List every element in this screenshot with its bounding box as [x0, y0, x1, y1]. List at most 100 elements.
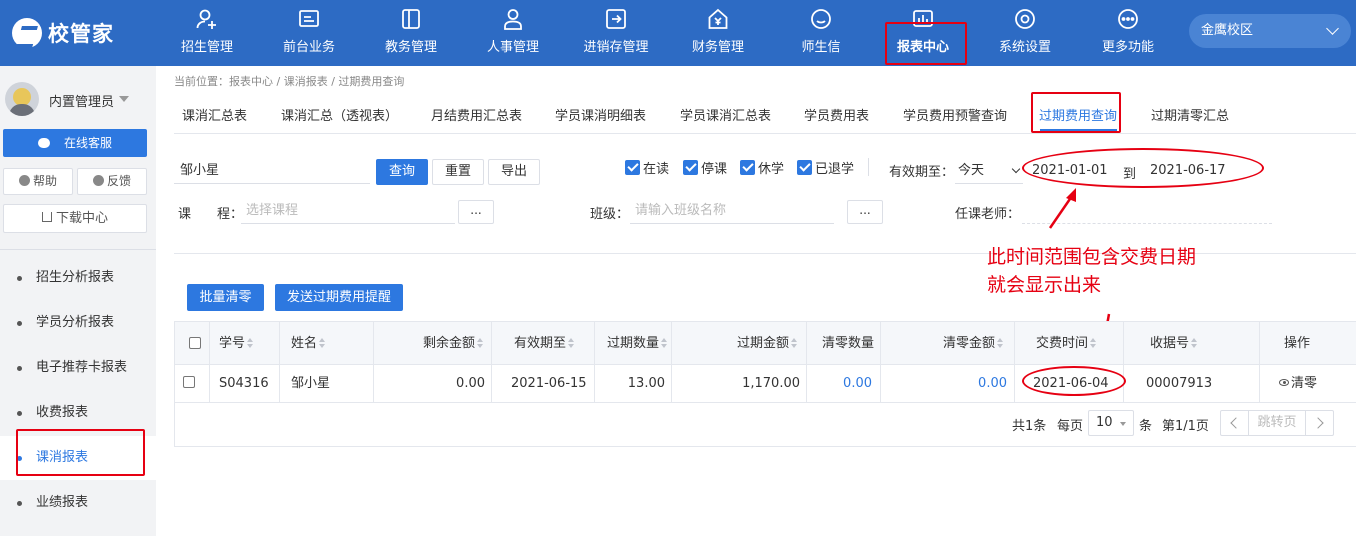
course-picker-button[interactable]: ...	[458, 200, 494, 224]
sort-icon[interactable]	[661, 337, 668, 348]
checkbox-withdrawn[interactable]: 已退学	[797, 159, 854, 177]
checkbox-in-school[interactable]: 在读	[625, 159, 669, 177]
page-size-select[interactable]: 10	[1088, 410, 1134, 436]
sidebar-item-consumption-report[interactable]: 课消报表	[0, 436, 156, 480]
sidebar-item-student-report[interactable]: 学员分析报表	[0, 301, 156, 345]
nav-settings[interactable]: 系统设置	[975, 0, 1075, 66]
checkbox-on-leave[interactable]: 休学	[740, 159, 785, 177]
tab-student-fee[interactable]: 学员费用表	[804, 105, 869, 124]
checkbox-label: 休学	[758, 161, 785, 177]
cell-cleared-qty[interactable]: 0.00	[815, 366, 872, 402]
col-receipt-no[interactable]: 收据号	[1150, 322, 1198, 365]
sidebar-item-fee-report[interactable]: 收费报表	[0, 391, 156, 435]
col-divider	[1123, 322, 1124, 402]
col-cleared-amount[interactable]: 清零金额	[943, 322, 1004, 365]
batch-clear-button[interactable]: 批量清零	[187, 284, 264, 311]
caret-down-icon[interactable]	[119, 96, 129, 102]
tab-expired-clear-summary[interactable]: 过期清零汇总	[1151, 105, 1229, 124]
col-divider	[209, 322, 210, 402]
sidebar: 内置管理员 在线客服 帮助 反馈 下载中心 招生分析报表 学员分析报表 电子推荐…	[0, 66, 156, 536]
download-center-button[interactable]: 下载中心	[3, 204, 147, 233]
sort-icon[interactable]	[791, 337, 798, 348]
col-payment-time[interactable]: 交费时间	[1036, 322, 1097, 365]
nav-report-center[interactable]: 报表中心	[873, 0, 973, 66]
tab-monthly-fee-summary[interactable]: 月结费用汇总表	[431, 105, 522, 124]
col-divider	[806, 322, 807, 402]
reception-icon	[299, 10, 319, 27]
validity-select[interactable]: 今天	[955, 158, 1023, 184]
checkbox-checked-icon	[740, 159, 755, 175]
sort-icon[interactable]	[997, 337, 1004, 348]
nav-more[interactable]: 更多功能	[1078, 0, 1178, 66]
col-expired-amount[interactable]: 过期金额	[737, 322, 798, 365]
col-remaining-amount[interactable]: 剩余金额	[421, 322, 483, 365]
nav-admissions[interactable]: 招生管理	[157, 0, 257, 66]
col-cleared-qty: 清零数量	[822, 322, 874, 365]
chevron-down-icon	[1326, 22, 1339, 35]
sidebar-item-performance-report[interactable]: 业绩报表	[0, 481, 156, 525]
sort-icon[interactable]	[1090, 337, 1097, 348]
col-student-no[interactable]: 学号	[219, 322, 254, 365]
sort-icon[interactable]	[1191, 337, 1198, 348]
class-picker-button[interactable]: ...	[847, 200, 883, 224]
send-expiry-reminder-button[interactable]: 发送过期费用提醒	[275, 284, 403, 311]
col-name[interactable]: 姓名	[291, 322, 326, 365]
more-icon	[1118, 9, 1138, 29]
student-name-input[interactable]: 邹小星	[174, 158, 370, 184]
tab-student-consumption-detail[interactable]: 学员课消明细表	[555, 105, 646, 124]
tab-expired-fee-query[interactable]: 过期费用查询	[1039, 105, 1117, 124]
select-all-checkbox[interactable]	[189, 337, 201, 349]
pagination-nav: 跳转页	[1220, 410, 1334, 436]
help-button[interactable]: 帮助	[3, 168, 73, 195]
sidebar-item-admissions-report[interactable]: 招生分析报表	[0, 256, 156, 300]
export-button[interactable]: 导出	[488, 159, 540, 185]
course-input[interactable]: 选择课程	[241, 198, 455, 224]
sort-icon[interactable]	[247, 337, 254, 348]
col-valid-until[interactable]: 有效期至	[514, 322, 575, 365]
row-checkbox[interactable]	[183, 376, 195, 388]
sidebar-item-referral-card-report[interactable]: 电子推荐卡报表	[0, 346, 156, 390]
class-name-input[interactable]: 请输入班级名称	[630, 198, 834, 224]
nav-academic[interactable]: 教务管理	[361, 0, 461, 66]
chat-icon	[37, 137, 50, 148]
admin-name[interactable]: 内置管理员	[49, 91, 114, 110]
clear-action-button[interactable]: 清零	[1279, 366, 1317, 402]
sort-icon[interactable]	[319, 337, 326, 348]
online-service-button[interactable]: 在线客服	[3, 129, 147, 157]
tab-student-consumption-summary[interactable]: 学员课消汇总表	[680, 105, 771, 124]
nav-front-desk[interactable]: 前台业务	[259, 0, 359, 66]
reset-button[interactable]: 重置	[432, 159, 484, 185]
feedback-button[interactable]: 反馈	[77, 168, 147, 195]
query-button[interactable]: 查询	[376, 159, 428, 185]
filter-divider	[868, 158, 869, 176]
chevron-left-icon[interactable]	[1221, 411, 1249, 435]
sort-icon[interactable]	[477, 337, 483, 348]
user-add-icon	[196, 9, 216, 29]
col-label: 清零金额	[943, 336, 996, 351]
nav-finance[interactable]: 财务管理	[668, 0, 768, 66]
cell-cleared-amount[interactable]: 0.00	[935, 366, 1007, 402]
chevron-down-icon	[1011, 164, 1021, 174]
col-label: 过期金额	[737, 336, 790, 351]
sort-icon[interactable]	[568, 337, 575, 348]
settings-icon	[1015, 9, 1035, 29]
col-divider	[880, 322, 881, 402]
checkbox-suspended[interactable]: 停课	[683, 159, 727, 177]
tab-consumption-pivot[interactable]: 课消汇总（透视表）	[281, 105, 398, 124]
page-jump-input[interactable]: 跳转页	[1249, 411, 1305, 435]
avatar[interactable]	[5, 82, 39, 116]
cell-valid-until: 2021-06-15	[511, 376, 587, 391]
tab-student-fee-alert[interactable]: 学员费用预警查询	[903, 105, 1007, 124]
nav-hr[interactable]: 人事管理	[463, 0, 563, 66]
checkbox-checked-icon	[797, 159, 812, 175]
nav-messages[interactable]: 师生信	[771, 0, 871, 66]
app-logo[interactable]: 校管家	[12, 16, 114, 50]
nav-inventory[interactable]: 进销存管理	[566, 0, 666, 66]
col-action: 操作	[1284, 322, 1310, 365]
nav-label: 招生管理	[180, 40, 233, 55]
campus-select[interactable]: 金鹰校区	[1189, 14, 1351, 48]
breadcrumb: 当前位置：报表中心 / 课消报表 / 过期费用查询	[174, 75, 405, 88]
tab-consumption-summary[interactable]: 课消汇总表	[182, 105, 247, 124]
chevron-right-icon[interactable]	[1305, 411, 1333, 435]
col-expired-qty[interactable]: 过期数量	[607, 322, 668, 365]
